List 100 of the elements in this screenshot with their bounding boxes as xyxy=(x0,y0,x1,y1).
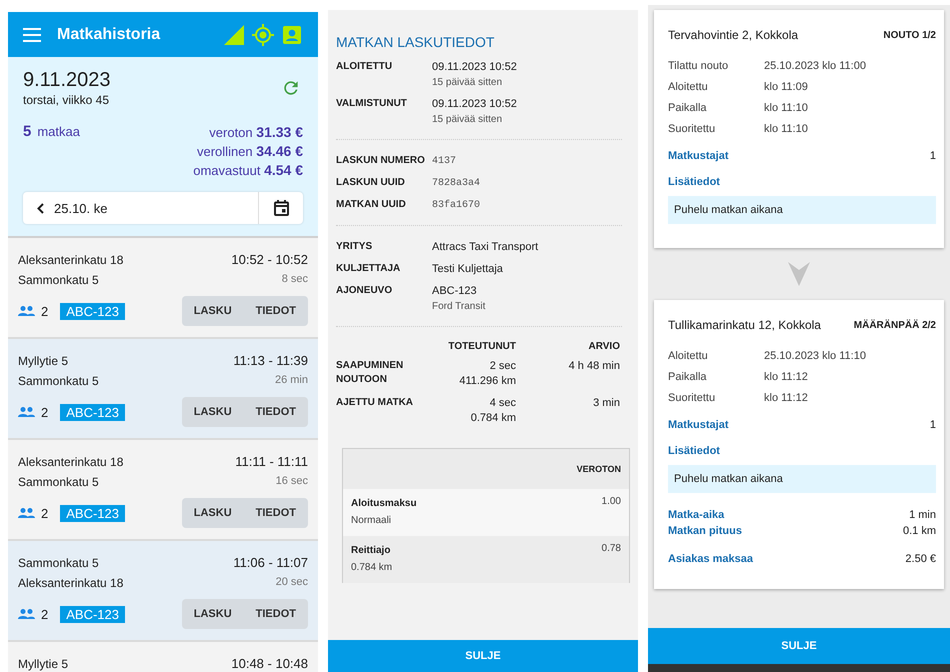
previous-day-button[interactable]: 25.10. ke xyxy=(23,192,258,224)
signal-icon xyxy=(224,24,244,44)
passengers-label: Matkustajat xyxy=(668,419,729,431)
people-icon xyxy=(18,407,35,417)
details-button[interactable]: TIEDOT xyxy=(244,397,308,427)
estimate-value: 3 min xyxy=(592,396,621,411)
details-button[interactable]: TIEDOT xyxy=(244,498,308,528)
destination-address: Sammonkatu 5 xyxy=(18,474,100,491)
summary-label: Matkan pituus xyxy=(668,524,742,539)
pickup-address: Myllytie 5 xyxy=(18,656,68,672)
trip-duration: 20 sec xyxy=(274,575,308,590)
calendar-icon xyxy=(274,200,288,216)
pickup-address: Sammonkatu 5 xyxy=(18,555,100,572)
destination-address: Sammonkatu 5 xyxy=(18,272,100,289)
time-label: Aloitettu xyxy=(668,349,709,364)
field-value: Attracs Taxi Transport xyxy=(432,240,538,255)
passenger-count: 2 xyxy=(41,304,48,318)
payment-value: 2.50 € xyxy=(905,553,936,565)
summary-value: 1 min xyxy=(909,508,936,523)
passengers-value: 1 xyxy=(930,419,936,431)
time-value: klo 11:12 xyxy=(764,391,808,406)
time-label: Suoritettu xyxy=(668,391,716,406)
chevron-left-icon xyxy=(37,202,44,214)
details-button[interactable]: TIEDOT xyxy=(244,599,308,629)
time-value: klo 11:10 xyxy=(764,122,808,137)
plate-badge: ABC-123 xyxy=(60,404,125,420)
field-label: ALOITETTU xyxy=(336,60,394,74)
field-subtext: 15 päivää sitten xyxy=(432,113,504,127)
summary-label: Matka-aika xyxy=(668,508,724,523)
invoice-button[interactable]: LASKU xyxy=(182,296,244,326)
info-label: Lisätiedot xyxy=(668,176,720,188)
trip-row[interactable]: Sammonkatu 5 Aleksanterinkatu 18 11:06 - 11:07 20 sec 2 ABC-123 LASKU TIEDOT xyxy=(8,541,318,642)
trip-time: 11:11 - 11:11 xyxy=(235,453,308,471)
trip-time: 10:48 - 10:48 xyxy=(231,655,308,672)
column-header: ARVIO xyxy=(588,341,621,352)
passengers-label: Matkustajat xyxy=(668,150,729,162)
field-value: 7828a3a4 xyxy=(432,177,480,191)
info-note: Puhelu matkan aikana xyxy=(668,196,936,224)
menu-icon[interactable] xyxy=(23,28,41,42)
invoice-button[interactable]: LASKU xyxy=(182,599,244,629)
price-item-name: Reittiajo xyxy=(351,544,392,558)
pickup-address: Myllytie 5 xyxy=(18,353,70,370)
price-item-detail: 0.784 km xyxy=(351,561,392,575)
estimate-value: 4 h 48 min xyxy=(568,359,621,374)
trip-row[interactable]: Myllytie 5 Sammonkatu 5 11:13 - 11:39 26 min 2 ABC-123 LASKU TIEDOT xyxy=(8,339,318,440)
trip-duration: 16 sec xyxy=(274,474,308,489)
people-icon xyxy=(18,306,35,316)
total-label: omavastuut xyxy=(193,163,260,178)
passenger-count: 2 xyxy=(41,506,48,520)
row-label: SAAPUMINEN NOUTOON xyxy=(336,359,404,387)
trip-time: 11:13 - 11:39 xyxy=(233,352,308,370)
stop-tag: NOUTO 1/2 xyxy=(883,30,936,40)
field-label: YRITYS xyxy=(336,240,374,254)
price-amount: 1.00 xyxy=(602,496,621,509)
field-label: LASKUN NUMERO xyxy=(336,154,426,168)
person-badge-icon[interactable] xyxy=(282,24,302,44)
people-icon xyxy=(18,508,35,518)
invoice-button[interactable]: LASKU xyxy=(182,397,244,427)
gps-icon xyxy=(252,24,274,46)
trip-count: 5 xyxy=(23,123,32,140)
passengers-value: 1 xyxy=(930,150,936,162)
trip-duration: 26 min xyxy=(274,373,308,388)
row-label: AJETTU MATKA xyxy=(336,396,414,410)
field-value: 4137 xyxy=(432,155,456,169)
date-heading: 9.11.2023 xyxy=(23,69,110,92)
actual-value: 2 sec xyxy=(488,359,516,374)
info-label: Lisätiedot xyxy=(668,445,720,457)
time-label: Suoritettu xyxy=(668,122,716,137)
actual-value: 0.784 km xyxy=(470,411,516,426)
stop-address: Tervahovintie 2, Kokkola xyxy=(668,28,798,42)
payment-label: Asiakas maksaa xyxy=(668,553,754,565)
field-label: VALMISTUNUT xyxy=(336,97,408,111)
pickup-address: Aleksanterinkatu 18 xyxy=(18,252,124,269)
field-value: 09.11.2023 10:52 xyxy=(432,60,517,75)
stop-tag: MÄÄRÄNPÄÄ 2/2 xyxy=(854,320,936,330)
time-label: Paikalla xyxy=(668,101,708,116)
actual-value: 4 sec xyxy=(488,396,516,411)
passenger-count: 2 xyxy=(41,606,48,622)
screen-title: Matkahistoria xyxy=(57,26,160,44)
info-note: Puhelu matkan aikana xyxy=(668,465,936,493)
details-button[interactable]: TIEDOT xyxy=(244,296,308,326)
people-icon xyxy=(18,609,35,619)
total-value: 4.54 € xyxy=(264,162,303,178)
field-label: LASKUN UUID xyxy=(336,176,406,190)
stop-address: Tullikamarinkatu 12, Kokkola xyxy=(668,318,821,332)
total-value: 34.46 € xyxy=(256,143,303,159)
summary-value: 0.1 km xyxy=(902,524,936,539)
invoice-button[interactable]: LASKU xyxy=(182,498,244,528)
plate-badge: ABC-123 xyxy=(60,606,125,622)
destination-address: Sammonkatu 5 xyxy=(18,373,99,390)
column-header: TOTEUTUNUT xyxy=(447,341,516,352)
time-label: Aloitettu xyxy=(668,80,709,95)
total-value: 31.33 € xyxy=(256,124,303,140)
trip-duration: 8 sec xyxy=(280,272,308,287)
weekday-text: torstai, viikko 45 xyxy=(23,93,110,107)
field-value: Testi Kuljettaja xyxy=(432,262,503,277)
price-amount: 0.78 xyxy=(602,543,621,556)
field-label: KULJETTAJA xyxy=(336,262,402,276)
plate-badge: ABC-123 xyxy=(60,302,125,320)
pickup-address: Aleksanterinkatu 18 xyxy=(18,454,124,471)
